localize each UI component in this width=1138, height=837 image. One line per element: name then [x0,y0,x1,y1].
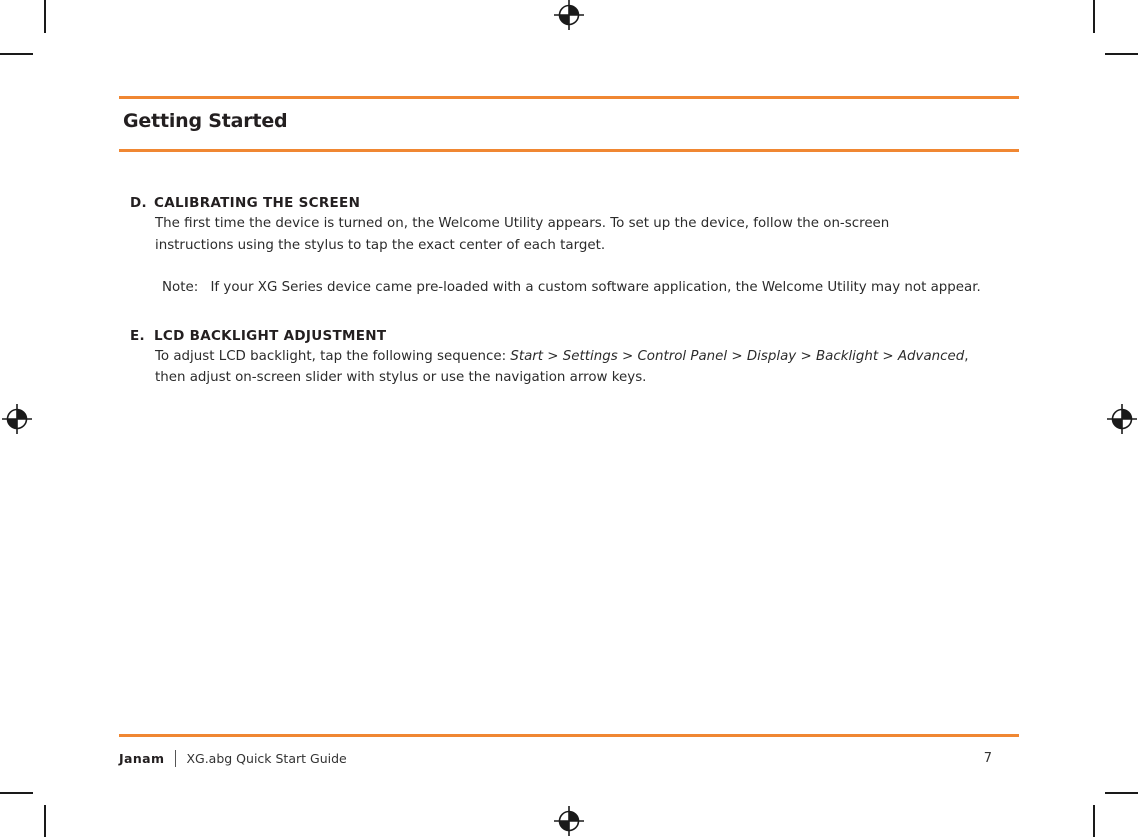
crop-mark-bottom-right-horizontal [1105,792,1138,794]
registration-mark-right [1107,404,1137,434]
section-letter: D. [130,195,147,211]
crop-mark-bottom-right-vertical [1093,805,1095,837]
crop-mark-top-left-vertical [44,0,46,33]
section-body: The first time the device is turned on, … [155,213,1050,256]
body-line: then adjust on-screen slider with stylus… [155,370,647,385]
header-rule-top [119,96,1019,99]
crop-mark-bottom-left-horizontal [0,792,33,794]
section-heading: D. CALIBRATING THE SCREEN [130,194,1050,213]
body-line: To adjust LCD backlight, tap the followi… [155,346,1050,368]
section-title: LCD BACKLIGHT ADJUSTMENT [154,327,387,344]
footer-divider [175,749,177,767]
section-body: To adjust LCD backlight, tap the followi… [155,346,1050,389]
footer-rule [119,734,1019,737]
section-calibrating-the-screen: D. CALIBRATING THE SCREEN The first time… [130,194,1050,299]
body-tail-text: , [964,348,969,364]
navigation-path: Start > Settings > Control Panel > Displ… [510,348,965,364]
page-title: Getting Started [123,110,288,132]
section-title: CALIBRATING THE SCREEN [154,195,361,211]
document-content: D. CALIBRATING THE SCREEN The first time… [130,194,1050,389]
section-letter: E. [130,327,145,344]
header-rule-bottom [119,149,1019,152]
page-footer: Janam XG.abg Quick Start Guide 7 [119,746,1019,770]
section-heading: E. LCD BACKLIGHT ADJUSTMENT [130,327,1050,346]
registration-mark-top [554,0,584,30]
registration-mark-bottom [554,806,584,836]
body-line: instructions using the stylus to tap the… [155,237,606,253]
footer-document-title: XG.abg Quick Start Guide [186,750,347,766]
body-lead-text: To adjust LCD backlight, tap the followi… [155,348,511,364]
registration-mark-left [2,404,32,434]
footer-brand: Janam [119,750,165,766]
crop-mark-top-right-horizontal [1105,53,1138,55]
section-lcd-backlight-adjustment: E. LCD BACKLIGHT ADJUSTMENT To adjust LC… [130,327,1050,389]
crop-mark-top-right-vertical [1093,0,1095,33]
body-line: The first time the device is turned on, … [155,216,890,231]
note-block: Note: If your XG Series device came pre-… [162,277,1050,299]
crop-mark-top-left-horizontal [0,53,33,55]
note-text: If your XG Series device came pre-loaded… [210,280,981,295]
document-page: Getting Started D. CALIBRATING THE SCREE… [0,0,1138,837]
crop-mark-bottom-left-vertical [44,805,46,837]
page-number: 7 [983,750,992,766]
note-label: Note: [162,280,199,295]
